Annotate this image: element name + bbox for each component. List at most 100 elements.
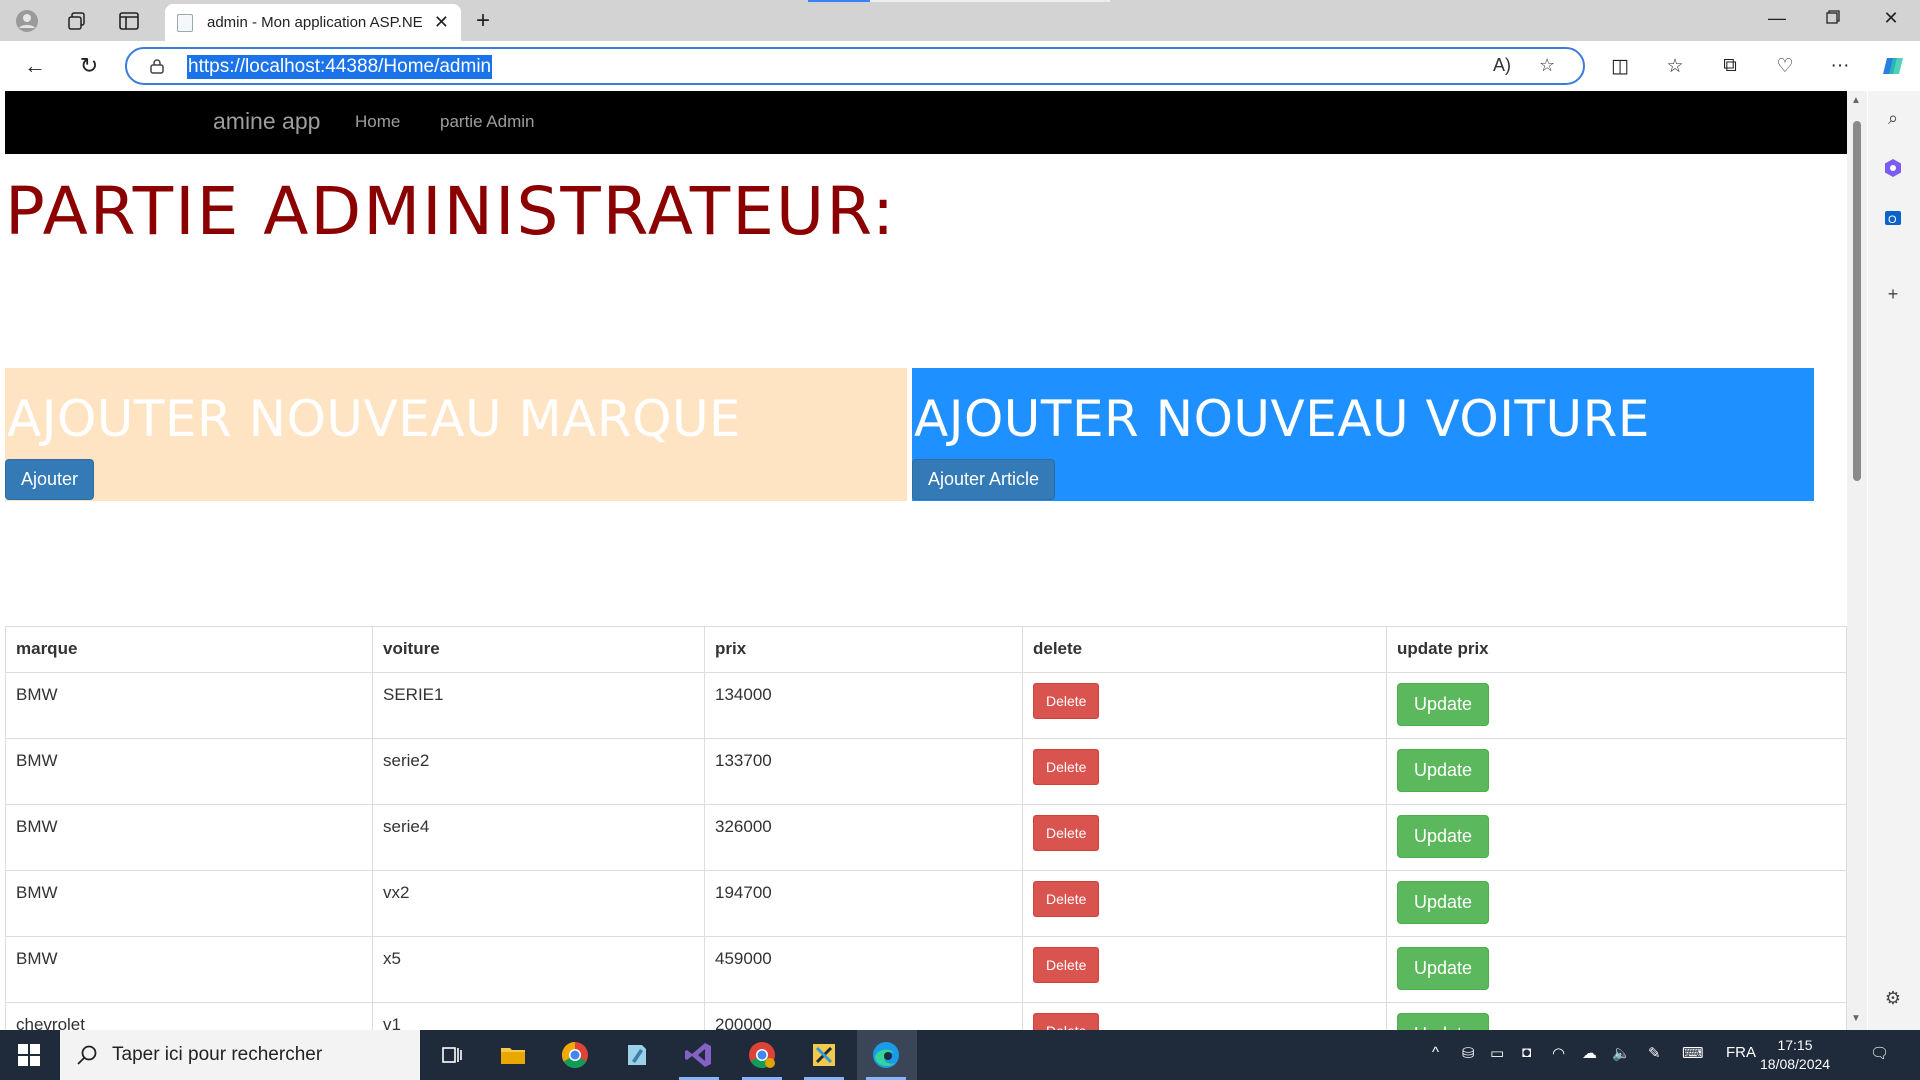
- copilot-sidebar-icon[interactable]: [1880, 155, 1906, 181]
- collections-icon[interactable]: ⧉: [1715, 51, 1745, 81]
- table-row: BMW serie4 326000 Delete Update: [5, 804, 1847, 871]
- profile-icon[interactable]: [14, 8, 40, 34]
- taskbar-search[interactable]: Taper ici pour rechercher: [60, 1030, 420, 1080]
- page-scrollbar[interactable]: ▲ ▼: [1847, 91, 1867, 1030]
- cell-update: Update: [1386, 672, 1847, 739]
- volume-icon[interactable]: 🔈: [1612, 1044, 1631, 1062]
- sql-tool-icon[interactable]: [808, 1039, 840, 1071]
- notifications-icon[interactable]: 🗨: [1870, 1044, 1889, 1062]
- page-favicon-icon: [177, 13, 193, 32]
- refresh-icon[interactable]: ↻: [74, 51, 104, 81]
- add-sidebar-app-icon[interactable]: +: [1880, 281, 1906, 307]
- svg-text:O: O: [1888, 214, 1897, 226]
- scroll-up-icon[interactable]: ▲: [1851, 95, 1861, 106]
- header-marque: marque: [5, 626, 373, 673]
- page-viewport: amine app Home partie Admin PARTIE ADMIN…: [5, 91, 1847, 1030]
- favorites-icon[interactable]: ☆: [1660, 51, 1690, 81]
- url-text[interactable]: https://localhost:44388/Home/admin: [187, 55, 493, 79]
- cell-prix: 326000: [704, 804, 1023, 871]
- cars-table: marque voiture prix delete update prix B…: [5, 626, 1847, 1030]
- taskbar-clock[interactable]: 17:15 18/08/2024: [1760, 1036, 1830, 1074]
- battery-icon[interactable]: ▭: [1490, 1044, 1504, 1062]
- tab-admin[interactable]: admin - Mon application ASP.NE ✕: [165, 4, 461, 41]
- delete-button[interactable]: Delete: [1033, 1013, 1100, 1030]
- chrome-icon[interactable]: [559, 1039, 591, 1071]
- task-view-icon[interactable]: [436, 1039, 468, 1071]
- table-row: chevrolet v1 200000 Delete Update: [5, 1002, 1847, 1030]
- cell-delete: Delete: [1022, 672, 1387, 739]
- brand-link[interactable]: amine app: [213, 108, 320, 135]
- table-header-row: marque voiture prix delete update prix: [5, 626, 1847, 673]
- pen-icon[interactable]: ✎: [1648, 1044, 1661, 1062]
- more-options-icon[interactable]: ···: [1825, 51, 1855, 81]
- delete-button[interactable]: Delete: [1033, 815, 1100, 851]
- scrollbar-thumb[interactable]: [1853, 121, 1861, 481]
- copilot-icon[interactable]: [1878, 51, 1908, 81]
- cell-update: Update: [1386, 936, 1847, 1003]
- cell-prix: 133700: [704, 738, 1023, 805]
- address-bar-row: ← ↻ https://localhost:44388/Home/admin A…: [0, 41, 1920, 91]
- update-button[interactable]: Update: [1397, 1013, 1490, 1030]
- close-window-icon[interactable]: ✕: [1876, 8, 1906, 29]
- read-aloud-icon[interactable]: A): [1493, 55, 1511, 76]
- split-screen-icon[interactable]: ◫: [1605, 51, 1635, 81]
- restore-icon[interactable]: [1818, 8, 1848, 29]
- header-update-prix: update prix: [1386, 626, 1847, 673]
- cell-marque: BMW: [5, 804, 373, 871]
- new-tab-icon[interactable]: +: [476, 7, 490, 35]
- update-button[interactable]: Update: [1397, 815, 1490, 858]
- keyboard-icon[interactable]: ⌨: [1682, 1044, 1704, 1062]
- update-button[interactable]: Update: [1397, 881, 1490, 924]
- add-brand-button[interactable]: Ajouter: [5, 459, 95, 500]
- delete-button[interactable]: Delete: [1033, 881, 1100, 917]
- sidebar-settings-icon[interactable]: ⚙: [1880, 985, 1906, 1011]
- page-title: PARTIE ADMINISTRATEUR:: [5, 173, 897, 250]
- network-share-icon[interactable]: ⛁: [1462, 1044, 1475, 1062]
- chrome-profile-icon[interactable]: [746, 1039, 778, 1071]
- scroll-down-icon[interactable]: ▼: [1851, 1013, 1861, 1024]
- add-article-button[interactable]: Ajouter Article: [912, 459, 1056, 500]
- back-icon[interactable]: ←: [20, 51, 50, 81]
- search-icon: [77, 1045, 97, 1065]
- outlook-icon[interactable]: O: [1880, 205, 1906, 231]
- delete-button[interactable]: Delete: [1033, 749, 1100, 785]
- show-hidden-icons-icon[interactable]: ^: [1432, 1044, 1439, 1061]
- tab-strip-accent: [808, 0, 870, 2]
- cell-marque: BMW: [5, 936, 373, 1003]
- header-voiture: voiture: [372, 626, 705, 673]
- workspaces-icon[interactable]: [64, 8, 90, 34]
- cell-voiture: vx2: [372, 870, 705, 937]
- add-brand-panel: AJOUTER NOUVEAU MARQUE Ajouter: [5, 368, 907, 501]
- lock-icon[interactable]: [149, 58, 165, 74]
- vertical-tabs-icon[interactable]: [116, 8, 142, 34]
- table-row: BMW SERIE1 134000 Delete Update: [5, 672, 1847, 739]
- nav-admin-link[interactable]: partie Admin: [440, 112, 535, 132]
- file-explorer-icon[interactable]: [497, 1039, 529, 1071]
- delete-button[interactable]: Delete: [1033, 683, 1100, 719]
- cell-update: Update: [1386, 738, 1847, 805]
- update-button[interactable]: Update: [1397, 683, 1490, 726]
- favorite-star-icon[interactable]: ☆: [1539, 55, 1555, 76]
- search-icon[interactable]: ⌕: [1880, 105, 1906, 131]
- language-indicator[interactable]: FRA: [1726, 1044, 1756, 1061]
- clock-date: 18/08/2024: [1760, 1056, 1831, 1072]
- notepad-icon[interactable]: [620, 1039, 652, 1071]
- minimize-icon[interactable]: —: [1762, 8, 1792, 29]
- delete-button[interactable]: Delete: [1033, 947, 1100, 983]
- visual-studio-icon[interactable]: [683, 1039, 715, 1071]
- cell-voiture: serie2: [372, 738, 705, 805]
- windows-start-icon[interactable]: [18, 1044, 40, 1066]
- edge-icon[interactable]: [870, 1039, 902, 1071]
- cell-delete: Delete: [1022, 870, 1387, 937]
- update-button[interactable]: Update: [1397, 749, 1490, 792]
- nav-home-link[interactable]: Home: [355, 112, 400, 132]
- site-navbar: amine app Home partie Admin: [5, 91, 1847, 154]
- wifi-icon[interactable]: ◠: [1552, 1044, 1565, 1062]
- camera-icon[interactable]: ◘: [1522, 1044, 1531, 1061]
- cell-marque: chevrolet: [5, 1002, 373, 1030]
- browser-essentials-icon[interactable]: ♡: [1770, 51, 1800, 81]
- update-button[interactable]: Update: [1397, 947, 1490, 990]
- url-field[interactable]: https://localhost:44388/Home/admin A) ☆: [125, 47, 1585, 85]
- close-tab-icon[interactable]: ✕: [434, 12, 449, 33]
- onedrive-icon[interactable]: ☁: [1582, 1044, 1597, 1062]
